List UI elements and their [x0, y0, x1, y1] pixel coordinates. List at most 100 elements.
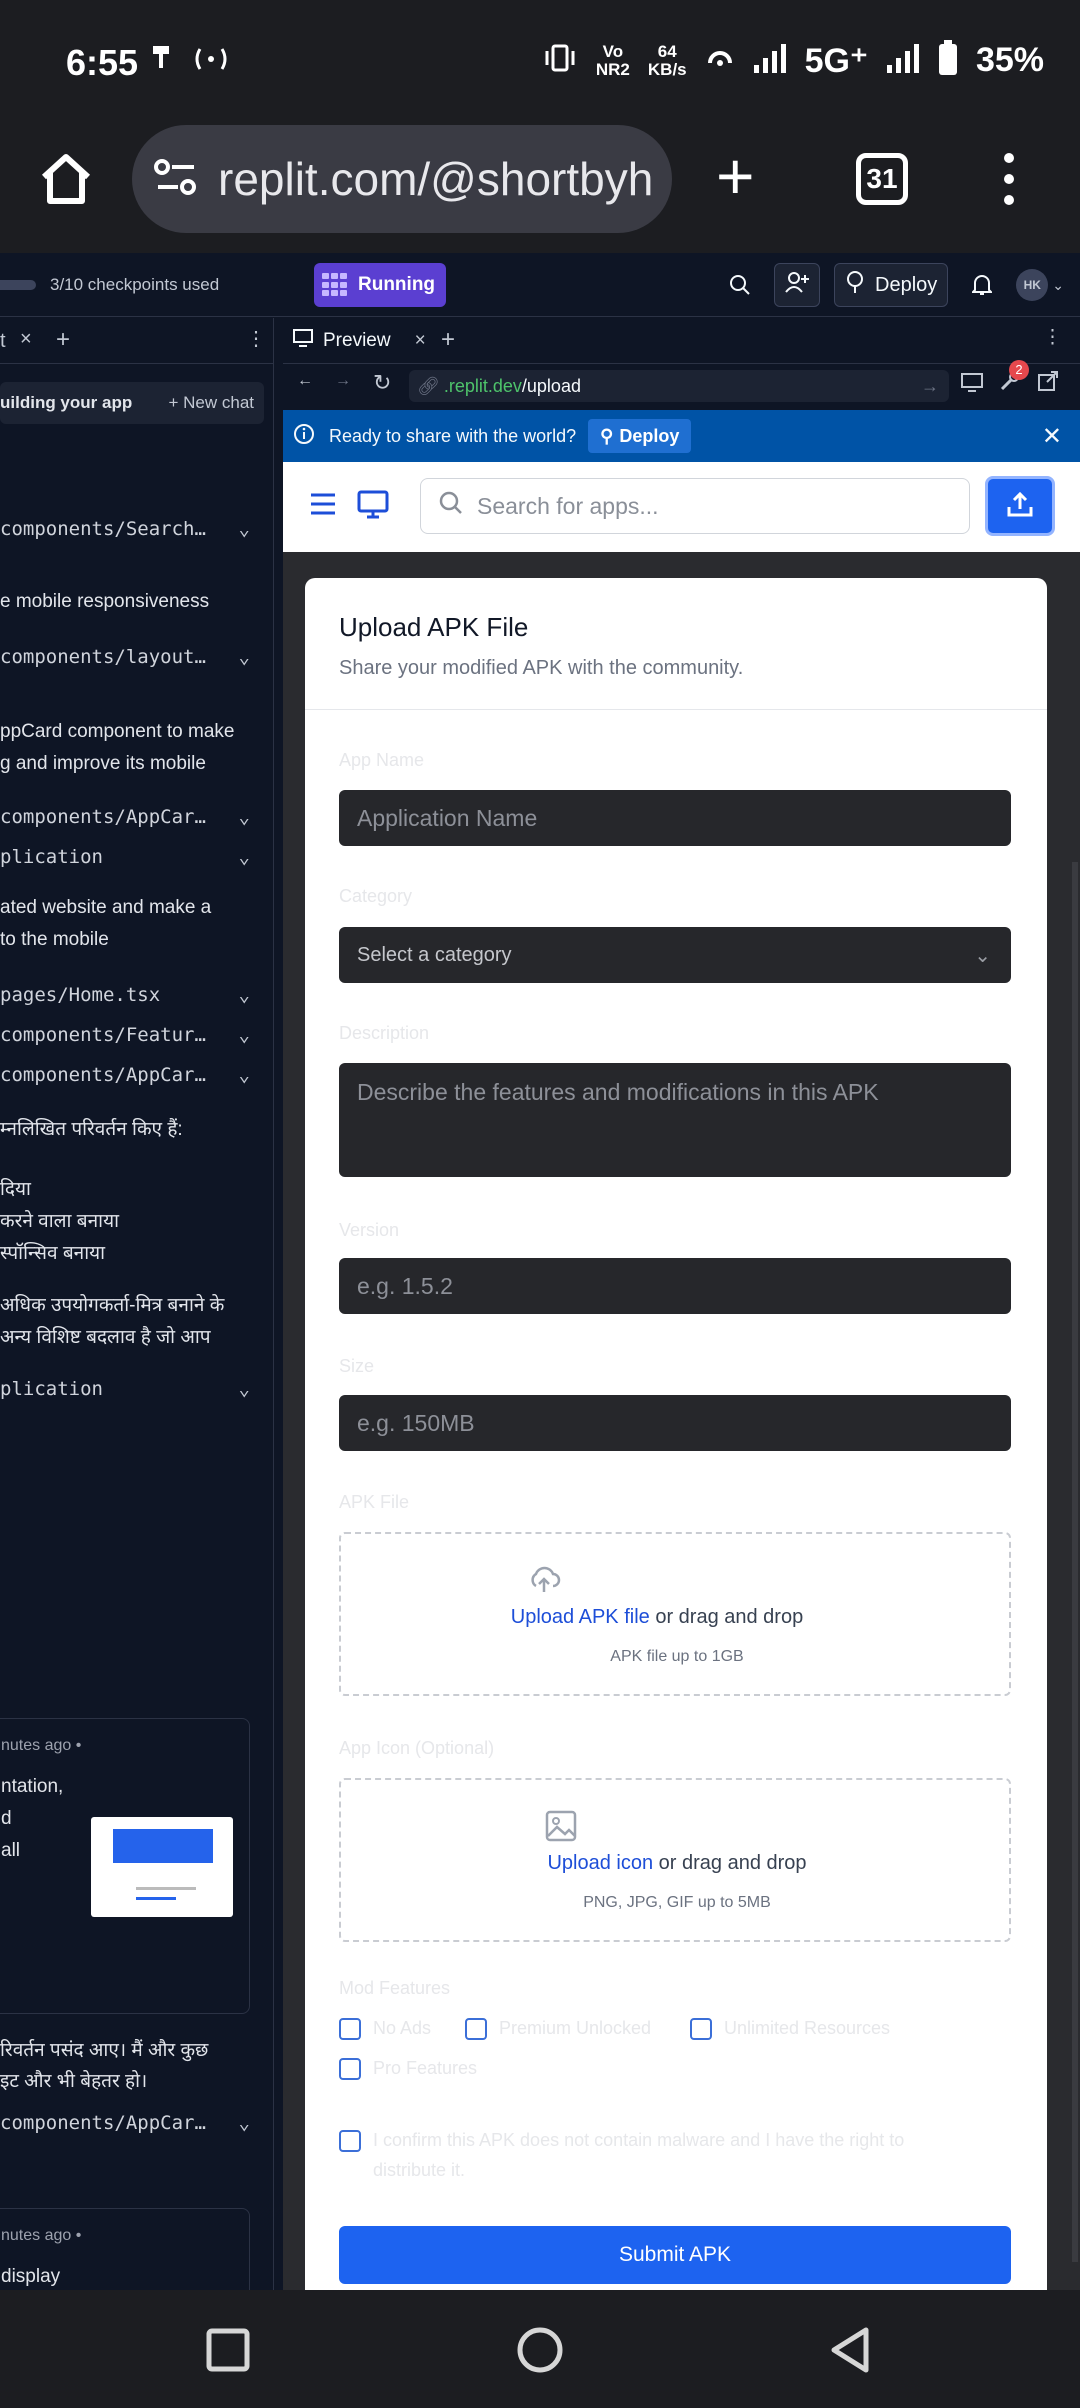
- category-value: Select a category: [357, 943, 512, 966]
- checkpoint-card-2[interactable]: nutes ago • display roviding: [0, 2208, 250, 2290]
- row-text: दिया: [0, 1179, 31, 1200]
- battery-icon: [938, 40, 958, 81]
- bell-icon[interactable]: [962, 263, 1002, 307]
- chevron-down-icon: ⌄: [974, 944, 991, 967]
- app-name-input[interactable]: Application Name: [339, 790, 1011, 846]
- notification-badge: 2: [1009, 360, 1029, 380]
- preview-url-input[interactable]: 🔗︎ .replit.dev/upload →: [409, 370, 949, 402]
- checkpoint-card-1[interactable]: nutes ago • ntation, d all: [0, 1718, 250, 2014]
- file-change-row[interactable]: components/layout… ⌄: [0, 646, 250, 668]
- size-input[interactable]: e.g. 150MB: [339, 1395, 1011, 1451]
- nr-label: NR2: [595, 59, 630, 79]
- version-input[interactable]: e.g. 1.5.2: [339, 1258, 1011, 1314]
- back-icon[interactable]: ←: [297, 372, 313, 390]
- hamburger-icon[interactable]: [309, 492, 337, 521]
- account-menu[interactable]: HK ⌄: [1016, 269, 1064, 301]
- chevron-down-icon: ⌄: [238, 984, 250, 1006]
- category-select[interactable]: Select a category ⌄: [339, 927, 1011, 983]
- replit-workspace: 3/10 checkpoints used Running Deploy HK ⌄…: [0, 253, 1080, 2290]
- icon-dropzone[interactable]: Upload icon or drag and drop PNG, JPG, G…: [339, 1778, 1011, 1942]
- site-settings-icon[interactable]: [154, 157, 198, 202]
- home-icon[interactable]: [36, 149, 96, 209]
- deploy-icon: ⚲: [600, 425, 614, 446]
- close-tab-icon[interactable]: ×: [20, 328, 32, 351]
- row-text: components/layout…: [0, 646, 206, 668]
- close-tab-icon[interactable]: ×: [415, 330, 426, 352]
- net-speed: 64: [657, 41, 677, 61]
- add-tab-icon[interactable]: +: [441, 326, 455, 354]
- browser-menu-icon[interactable]: [1004, 153, 1016, 216]
- new-tab-button[interactable]: +: [716, 143, 755, 209]
- browser-toolbar: replit.com/@shortbyh + 31: [0, 125, 1080, 253]
- home-nav-icon[interactable]: [516, 2326, 564, 2379]
- checkbox-premium-unlocked[interactable]: [465, 2018, 487, 2040]
- card-time: nutes ago •: [1, 1737, 82, 1754]
- address-bar[interactable]: replit.com/@shortbyh: [132, 125, 672, 233]
- more-icon[interactable]: ⋮: [246, 326, 266, 351]
- file-change-row[interactable]: plication ⌄: [0, 846, 250, 868]
- deploy-button[interactable]: Deploy: [834, 263, 949, 307]
- deploy-icon: [845, 271, 865, 299]
- avatar: HK: [1016, 269, 1049, 301]
- scrollbar[interactable]: [1072, 862, 1078, 2262]
- file-change-row[interactable]: components/AppCar… ⌄: [0, 806, 250, 828]
- go-arrow-icon[interactable]: →: [921, 376, 939, 397]
- banner-deploy-button[interactable]: ⚲ Deploy: [588, 419, 692, 453]
- open-external-icon[interactable]: [1037, 370, 1059, 397]
- file-change-row[interactable]: pages/Home.tsx ⌄: [0, 984, 250, 1006]
- mod-features-label: Mod Features: [339, 1978, 451, 1998]
- checkbox-unlimited-resources[interactable]: [690, 2018, 712, 2040]
- back-nav-icon[interactable]: [828, 2326, 872, 2379]
- add-user-icon: [785, 271, 809, 299]
- checkbox-no-ads[interactable]: [339, 2018, 361, 2040]
- row-text: ppCard component to make: [0, 721, 235, 742]
- devices-icon[interactable]: [961, 372, 983, 397]
- search-icon[interactable]: [720, 263, 760, 307]
- vibrate-icon: [542, 43, 578, 78]
- chevron-down-icon: ⌄: [238, 1024, 250, 1046]
- chat-message: इट और भी बेहतर हो।: [0, 2071, 148, 2092]
- signal-icon-2: [886, 43, 920, 78]
- desktop-icon[interactable]: [357, 490, 389, 525]
- preview-address-bar: ← → ↻ 🔗︎ .replit.dev/upload → 2: [283, 360, 1080, 410]
- system-nav-bar: [0, 2290, 1080, 2408]
- checkbox-confirm[interactable]: [339, 2130, 361, 2152]
- chat-header: uilding your app + New chat: [0, 382, 264, 424]
- running-button[interactable]: Running: [314, 263, 446, 307]
- row-text: components/AppCar…: [0, 1064, 206, 1086]
- tab-preview[interactable]: Preview ×: [293, 329, 426, 353]
- refresh-icon[interactable]: ↻: [373, 370, 391, 396]
- app-search-input[interactable]: Search for apps...: [420, 478, 970, 534]
- url-host: .replit.dev: [443, 375, 522, 396]
- upload-icon-link[interactable]: Upload icon: [547, 1852, 653, 1874]
- upload-button[interactable]: [985, 476, 1055, 536]
- wifi-calling-icon: [705, 43, 735, 78]
- checkbox-pro-features[interactable]: [339, 2058, 361, 2080]
- banner-deploy-label: Deploy: [619, 425, 680, 446]
- more-icon[interactable]: ⋮: [1043, 326, 1062, 349]
- tab-switcher-button[interactable]: 31: [856, 153, 908, 205]
- invite-button[interactable]: [774, 263, 820, 307]
- file-change-row[interactable]: components/Featur… ⌄: [0, 1024, 250, 1046]
- close-icon[interactable]: ✕: [1042, 422, 1062, 451]
- deploy-label: Deploy: [875, 273, 938, 296]
- new-chat-button[interactable]: + New chat: [168, 393, 254, 413]
- chevron-down-icon: ⌄: [238, 806, 250, 828]
- volte-label: Vo: [602, 41, 624, 61]
- recents-icon[interactable]: [206, 2328, 250, 2377]
- file-change-row[interactable]: components/Search… ⌄: [0, 518, 250, 540]
- chat-message: रिवर्तन पसंद आए। मैं और कुछ: [0, 2040, 209, 2061]
- upload-apk-link[interactable]: Upload APK file: [511, 1606, 650, 1628]
- forward-icon[interactable]: →: [335, 372, 351, 390]
- file-change-row[interactable]: plication ⌄: [0, 1378, 250, 1400]
- apk-dropzone[interactable]: Upload APK file or drag and drop APK fil…: [339, 1532, 1011, 1696]
- file-change-row[interactable]: components/AppCar… ⌄: [0, 1064, 250, 1086]
- chevron-down-icon: ⌄: [238, 646, 250, 668]
- file-change-row[interactable]: components/AppCar… ⌄: [0, 2112, 250, 2134]
- replit-topbar: 3/10 checkpoints used Running Deploy HK ⌄: [0, 253, 1080, 317]
- preview-thumbnail[interactable]: [91, 1817, 233, 1917]
- submit-apk-button[interactable]: Submit APK: [339, 2226, 1011, 2284]
- description-textarea[interactable]: Describe the features and modifications …: [339, 1063, 1011, 1177]
- add-tab-icon[interactable]: +: [56, 326, 70, 354]
- chevron-down-icon: ⌄: [238, 518, 250, 540]
